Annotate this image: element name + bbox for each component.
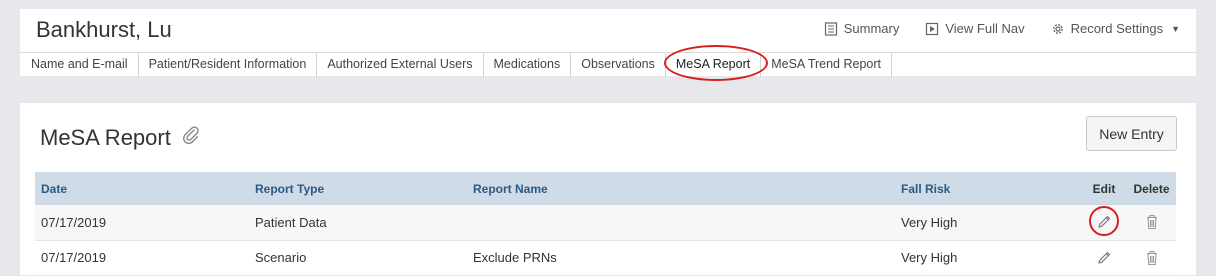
gear-icon <box>1051 22 1065 36</box>
tab-mesa-report[interactable]: MeSA Report <box>663 45 768 81</box>
record-header: Bankhurst, Lu Summary View Full Nav Reco… <box>20 9 1196 81</box>
edit-button[interactable] <box>1091 245 1117 271</box>
paperclip-icon[interactable] <box>181 125 201 151</box>
tab-observations[interactable]: Observations <box>571 53 666 77</box>
cell-report-name: Exclude PRNs <box>467 240 895 276</box>
record-tabs: Name and E-mail Patient/Resident Informa… <box>20 45 1196 81</box>
tab-mesa-trend-report[interactable]: MeSA Trend Report <box>761 53 892 77</box>
tab-medications[interactable]: Medications <box>484 53 572 77</box>
view-full-nav-link[interactable]: View Full Nav <box>925 21 1025 36</box>
cell-date: 07/17/2019 <box>35 240 249 276</box>
table-row: 07/17/2019 Scenario Exclude PRNs Very Hi… <box>35 240 1176 276</box>
summary-icon <box>824 21 838 36</box>
view-full-nav-label: View Full Nav <box>945 21 1025 36</box>
chevron-down-icon: ▼ <box>1171 23 1180 34</box>
record-settings-label: Record Settings <box>1070 21 1164 36</box>
pencil-icon <box>1098 251 1111 264</box>
mesa-report-panel: MeSA Report New Entry Date Report Type R… <box>20 103 1196 276</box>
table-header-row: Date Report Type Report Name Fall Risk E… <box>35 172 1176 205</box>
new-entry-button[interactable]: New Entry <box>1086 116 1177 151</box>
cell-report-type: Scenario <box>249 240 467 276</box>
page-title: MeSA Report <box>40 125 201 151</box>
column-report-type[interactable]: Report Type <box>249 172 467 205</box>
header-actions: Summary View Full Nav Record Settings ▼ <box>824 21 1180 36</box>
trash-icon <box>1146 215 1157 230</box>
tab-authorized-external-users[interactable]: Authorized External Users <box>317 53 484 77</box>
tab-patient-resident-information[interactable]: Patient/Resident Information <box>139 53 318 77</box>
delete-button[interactable] <box>1139 209 1165 235</box>
column-date[interactable]: Date <box>35 172 249 205</box>
edit-button[interactable] <box>1089 206 1119 237</box>
table-row: 07/17/2019 Patient Data Very High <box>35 205 1176 241</box>
delete-button[interactable] <box>1139 245 1165 271</box>
highlight-ring <box>1089 206 1119 237</box>
column-edit: Edit <box>1092 181 1116 196</box>
summary-label: Summary <box>843 21 900 36</box>
column-delete: Delete <box>1133 181 1170 196</box>
column-report-name[interactable]: Report Name <box>467 172 895 205</box>
cell-report-type: Patient Data <box>249 205 467 241</box>
summary-link[interactable]: Summary <box>824 21 900 36</box>
mesa-report-table: Date Report Type Report Name Fall Risk E… <box>35 172 1176 276</box>
cell-fall-risk: Very High <box>895 205 1081 241</box>
highlight-ring <box>663 45 768 81</box>
trash-icon <box>1146 250 1157 265</box>
patient-name: Bankhurst, Lu <box>36 17 172 42</box>
cell-fall-risk: Very High <box>895 240 1081 276</box>
page-title-text: MeSA Report <box>40 125 171 150</box>
view-full-nav-icon <box>925 22 939 36</box>
column-fall-risk[interactable]: Fall Risk <box>895 172 1081 205</box>
cell-report-name <box>467 205 895 241</box>
tab-name-and-email[interactable]: Name and E-mail <box>20 53 139 77</box>
cell-date: 07/17/2019 <box>35 205 249 241</box>
record-settings-dropdown[interactable]: Record Settings ▼ <box>1051 21 1180 36</box>
